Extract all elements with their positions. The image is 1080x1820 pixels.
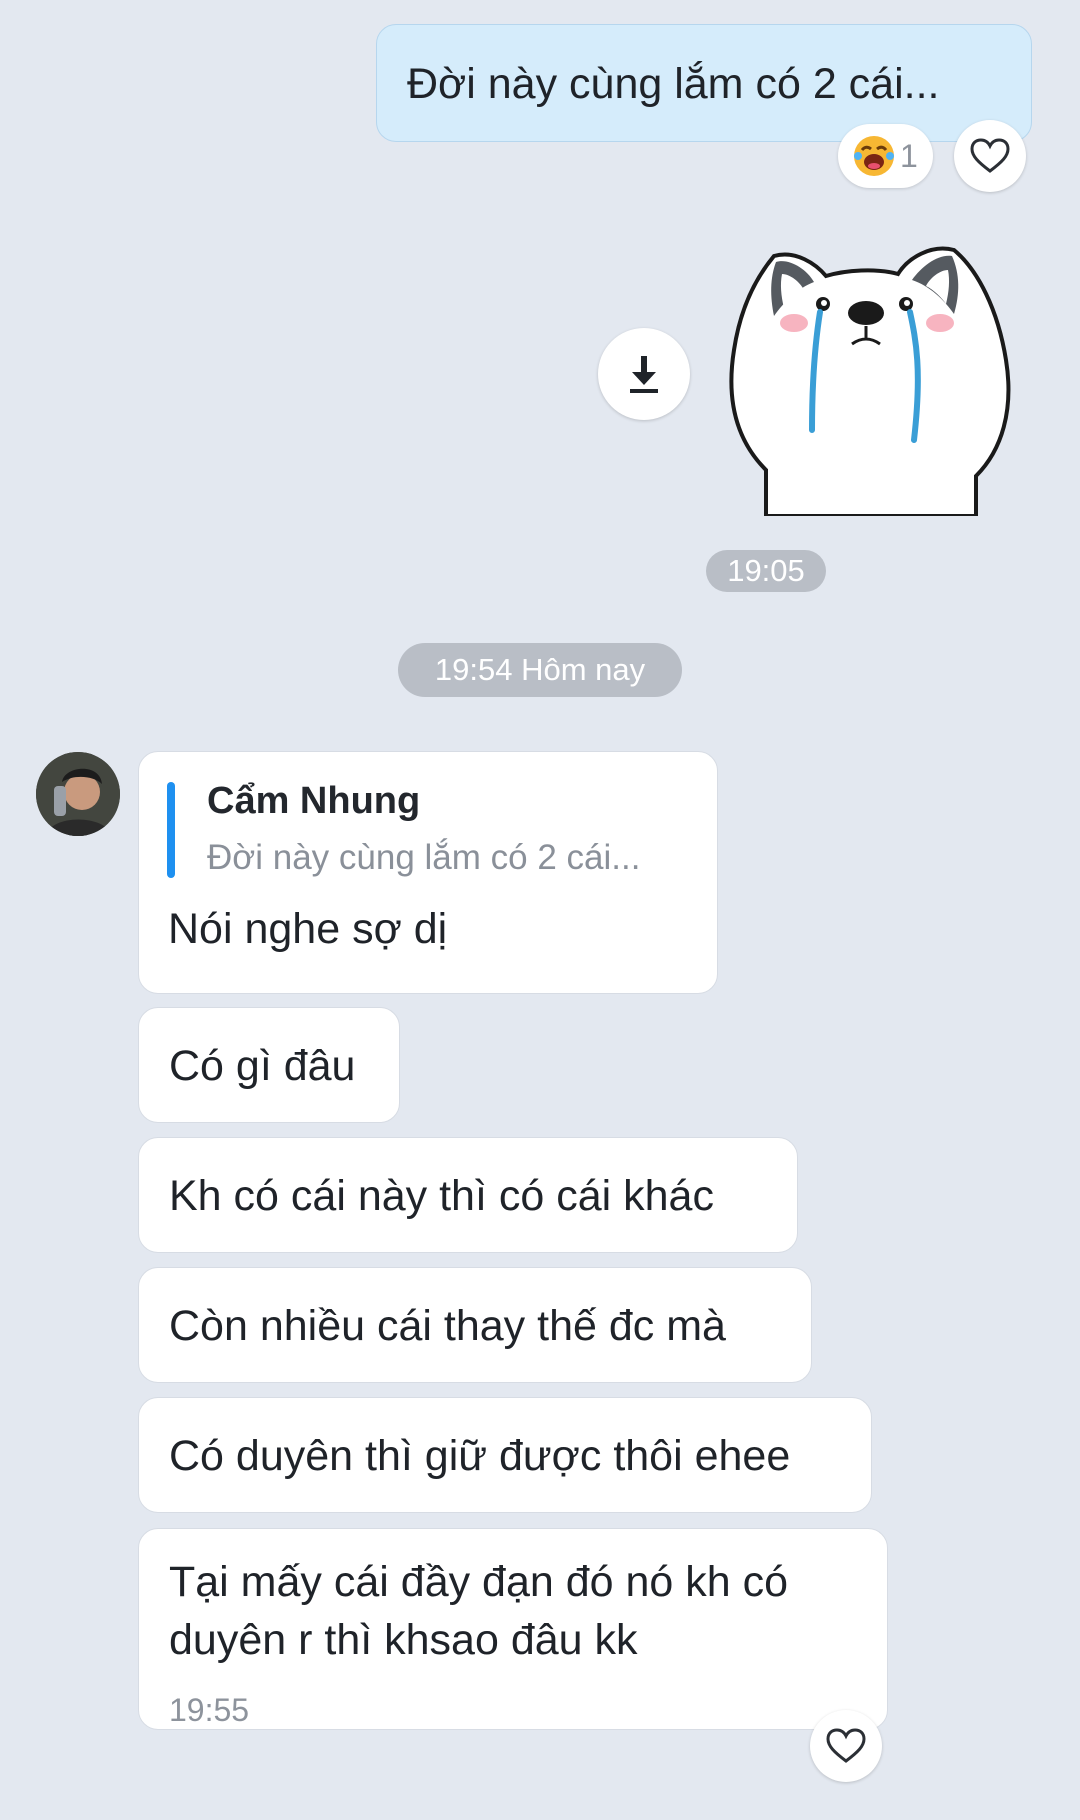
crying-husky-sticker-image — [729, 246, 1011, 518]
download-button[interactable] — [598, 328, 690, 420]
quoted-sender-name: Cẩm Nhung — [207, 780, 421, 822]
message-time: 19:55 — [169, 1692, 250, 1728]
quoted-message-text: Đời này cùng lắm có 2 cái... — [207, 838, 641, 877]
heart-icon — [970, 138, 1010, 173]
incoming-message-text: Kh có cái này thì có cái khác — [169, 1172, 714, 1220]
incoming-message-bubble[interactable]: Có duyên thì giữ được thôi ehee — [138, 1397, 872, 1513]
incoming-message-bubble[interactable]: Tại mấy cái đầy đạn đó nó kh có duyên r … — [138, 1528, 888, 1730]
like-button[interactable] — [954, 120, 1026, 192]
avatar[interactable] — [36, 752, 120, 836]
message-time: 19:05 — [727, 553, 805, 588]
outgoing-message-text: Đời này cùng lắm có 2 cái... — [407, 60, 940, 108]
like-button[interactable] — [810, 1710, 882, 1782]
download-icon — [630, 356, 658, 393]
heart-icon — [826, 1728, 866, 1763]
incoming-message-text: Còn nhiều cái thay thế đc mà — [169, 1302, 726, 1350]
incoming-message-bubble[interactable]: Kh có cái này thì có cái khác — [138, 1137, 798, 1253]
outgoing-message-bubble[interactable]: Đời này cùng lắm có 2 cái... — [376, 24, 1032, 142]
incoming-message-text: Tại mấy cái đầy đạn đó nó kh có duyên r … — [169, 1558, 789, 1664]
quote-accent-bar — [167, 782, 175, 878]
incoming-message-bubble[interactable]: Có gì đâu — [138, 1007, 400, 1123]
reaction-chip[interactable]: 1 — [838, 124, 933, 188]
incoming-message-text: Có duyên thì giữ được thôi ehee — [169, 1432, 791, 1480]
date-separator: 19:54 Hôm nay — [398, 643, 682, 697]
date-separator-text: 19:54 Hôm nay — [434, 652, 646, 687]
crying-husky-sticker[interactable] — [726, 240, 1016, 518]
reaction-count: 1 — [900, 138, 918, 174]
message-time-pill: 19:05 — [706, 550, 826, 592]
reply-message-text: Nói nghe sợ dị — [168, 905, 448, 953]
incoming-message-bubble[interactable]: Còn nhiều cái thay thế đc mà — [138, 1267, 812, 1383]
avatar-image — [36, 752, 120, 836]
incoming-message-text: Có gì đâu — [169, 1042, 356, 1090]
laughing-crying-emoji-icon — [854, 136, 894, 176]
